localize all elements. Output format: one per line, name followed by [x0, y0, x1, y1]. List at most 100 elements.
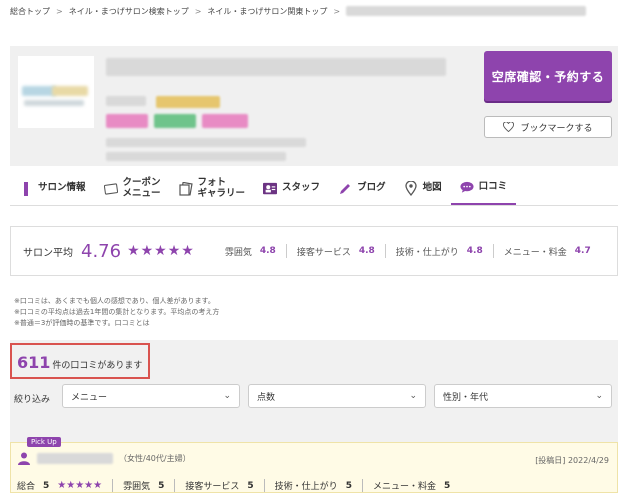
tab-blog[interactable]: ブログ [329, 172, 395, 205]
staff-icon [263, 182, 278, 196]
salon-logo [18, 56, 94, 128]
tab-label: 地図 [422, 182, 442, 194]
tab-reviews[interactable]: 口コミ [450, 172, 517, 205]
rating-summary: サロン平均 4.76 ★★★★★ 雰囲気 4.8 接客サービス 4.8 技術・仕… [10, 226, 618, 276]
review-count-text: 件の口コミがあります [52, 361, 143, 371]
breadcrumb-separator: > [333, 6, 341, 16]
select-value: 性別・年代 [443, 392, 489, 403]
review-count-number: 611 [17, 353, 51, 372]
review-notes: ※口コミは、あくまでも個人の感想であり、個人差があります。 ※口コミの平均点は過… [14, 296, 219, 329]
pen-icon [338, 182, 352, 196]
sub-rating-label: 雰囲気 [123, 482, 151, 492]
tab-label: スタッフ [282, 182, 321, 194]
photo-icon [178, 181, 193, 196]
tab-salon-info[interactable]: サロン情報 [10, 172, 95, 205]
tab-label: ブログ [357, 182, 386, 194]
bookmark-label: ブックマークする [520, 123, 593, 134]
sub-rating-value: 5 [443, 480, 451, 491]
review-ratings: 総合 5 ★★★★★ 雰囲気 5 接客サービス 5 技術・仕上がり 5 メニュー… [17, 479, 460, 492]
sub-rating: 雰囲気 4.8 [209, 244, 286, 258]
reserve-button[interactable]: 空席確認・予約する [484, 51, 612, 101]
review-count: 611 件の口コミがあります [10, 343, 150, 379]
sub-rating: メニュー・料金 5 [363, 479, 460, 493]
chevron-down-icon: ⌄ [595, 391, 603, 401]
gender-age-select[interactable]: 性別・年代 ⌄ [434, 384, 612, 408]
breadcrumb-item[interactable]: ネイル・まつげサロン関東トップ [207, 6, 327, 17]
user-icon [18, 452, 30, 465]
sub-rating: 接客サービス 4.8 [285, 244, 385, 258]
breadcrumb-item[interactable]: ネイル・まつげサロン検索トップ [69, 6, 189, 17]
breadcrumb-separator: > [56, 6, 63, 16]
sub-rating: メニュー・料金 4.7 [492, 244, 601, 258]
note-line: ※口コミは、あくまでも個人の感想であり、個人差があります。 [14, 297, 215, 305]
salon-header: 空席確認・予約する ブックマークする [10, 46, 618, 166]
review-author: （女性/40代/主婦） [17, 451, 191, 465]
sub-rating-value: 4.7 [574, 246, 591, 256]
overall-rating: 総合 5 ★★★★★ [17, 479, 114, 492]
tab-label: フォト ギャラリー [197, 177, 246, 199]
breadcrumb-separator: > [194, 6, 202, 16]
note-line: ※口コミの平均点は過去1年間の集計となります。平均点の考え方 [14, 307, 220, 316]
salon-address-redacted [106, 138, 306, 147]
overall-label: 総合 [17, 482, 36, 492]
chevron-down-icon: ⌄ [409, 391, 417, 401]
average-value: 4.76 [81, 240, 122, 262]
average-stars: ★★★★★ [127, 243, 195, 259]
tab-label: 口コミ [478, 181, 508, 193]
overall-stars: ★★★★★ [57, 480, 103, 491]
select-value: 点数 [257, 392, 276, 403]
review-filter-area: 611 件の口コミがあります 絞り込み メニュー ⌄ 点数 ⌄ 性別・年代 ⌄ [10, 340, 618, 444]
overall-value: 5 [43, 480, 50, 491]
tab-photo-gallery[interactable]: フォト ギャラリー [170, 172, 255, 205]
salon-tag-badge [202, 114, 248, 128]
salon-tag-badge [106, 114, 148, 128]
review-card: Pick Up （女性/40代/主婦） [投稿日] 2022/4/29 総合 5… [10, 437, 618, 493]
chevron-down-icon: ⌄ [223, 391, 231, 401]
sub-rating: 雰囲気 5 [113, 479, 176, 492]
breadcrumb-item[interactable]: 総合トップ [10, 6, 50, 17]
chat-icon [460, 181, 474, 195]
breadcrumb: 総合トップ > ネイル・まつげサロン検索トップ > ネイル・まつげサロン関東トッ… [10, 4, 587, 18]
sub-rating-value: 4.8 [358, 246, 375, 256]
tab-coupon-menu[interactable]: クーポン メニュー [95, 172, 170, 205]
tab-staff[interactable]: スタッフ [254, 172, 329, 205]
sub-rating-label: 技術・仕上がり [274, 482, 338, 492]
sub-rating-value: 4.8 [466, 246, 483, 256]
menu-select[interactable]: メニュー ⌄ [62, 384, 240, 408]
sub-rating-value: 4.8 [259, 246, 276, 256]
salon-name-redacted [106, 58, 446, 76]
sub-rating-label: 接客サービス [185, 482, 240, 492]
salon-tag-redacted [106, 96, 146, 106]
salon-access-redacted [106, 152, 286, 161]
review-date: [投稿日] 2022/4/29 [535, 456, 609, 465]
sub-rating-label: メニュー・料金 [372, 482, 436, 492]
select-value: メニュー [71, 392, 108, 403]
salon-icon [19, 181, 33, 196]
filter-label: 絞り込み [14, 395, 51, 405]
sub-rating: 接客サービス 5 [175, 479, 265, 492]
score-select[interactable]: 点数 ⌄ [248, 384, 426, 408]
map-pin-icon [404, 181, 418, 196]
salon-tag-badge [156, 96, 220, 108]
bookmark-button[interactable]: ブックマークする [484, 116, 612, 138]
author-name-redacted [37, 452, 113, 464]
note-line: ※普通＝3が評価時の基準です。口コミとは [14, 318, 150, 327]
pickup-badge: Pick Up [27, 437, 61, 447]
breadcrumb-redacted [346, 6, 587, 16]
tab-label: サロン情報 [38, 182, 86, 194]
tab-label: クーポン メニュー [122, 177, 161, 199]
sub-rating-value: 5 [345, 480, 352, 491]
salon-nav: サロン情報 クーポン メニュー フォト ギャラリー スタッフ ブログ 地図 口コミ [10, 172, 618, 206]
sub-rating: 技術・仕上がり 4.8 [384, 244, 493, 258]
coupon-icon [103, 182, 118, 196]
average-label: サロン平均 [23, 247, 73, 259]
sub-rating-value: 5 [158, 480, 165, 491]
tab-map[interactable]: 地図 [395, 172, 451, 205]
sub-rating-label: メニュー・料金 [503, 247, 567, 258]
heart-icon [503, 122, 515, 132]
salon-tag-badge [154, 114, 196, 128]
sub-rating: 技術・仕上がり 5 [265, 479, 363, 492]
sub-rating-label: 接客サービス [296, 247, 351, 258]
sub-rating-value: 5 [247, 480, 254, 491]
sub-rating-label: 雰囲気 [224, 247, 252, 258]
